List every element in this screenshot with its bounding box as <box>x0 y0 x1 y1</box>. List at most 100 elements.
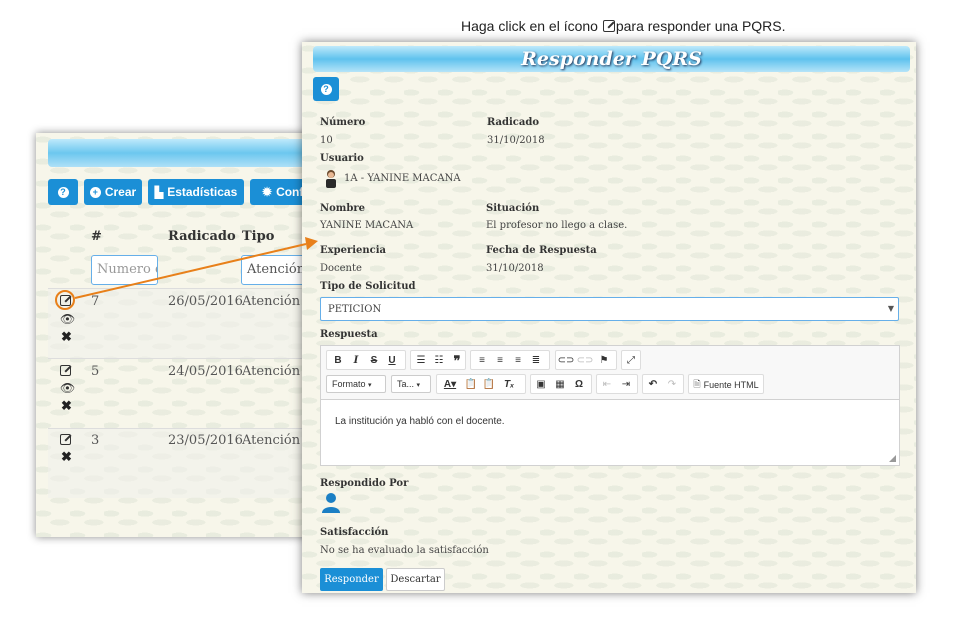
gear-icon: ✹ <box>262 185 273 199</box>
remove-format-icon[interactable]: Tₓ <box>501 376 517 393</box>
delete-icon[interactable]: ✖ <box>61 399 72 412</box>
experiencia-label: Experiencia <box>320 245 387 256</box>
size-dropdown[interactable]: Ta... ▾ <box>391 375 431 393</box>
edit-icon[interactable] <box>60 434 71 445</box>
respondido-label: Respondido Por <box>320 478 409 489</box>
respuesta-label: Respuesta <box>320 329 378 340</box>
help-button[interactable]: ? <box>48 179 78 205</box>
user-icon <box>322 493 340 513</box>
blockquote-icon[interactable]: ❞ <box>449 352 465 369</box>
format-label: Formato <box>332 379 366 389</box>
instruction-caption: Haga click en el ícono para responder un… <box>461 18 786 34</box>
descartar-button[interactable]: Descartar <box>386 568 445 591</box>
delete-icon[interactable]: ✖ <box>61 450 72 463</box>
paste-text-icon[interactable]: 📋 <box>481 376 497 393</box>
unlink-icon[interactable]: ⊂⊃ <box>577 352 594 369</box>
edit-icon[interactable] <box>60 365 71 376</box>
editor-content[interactable]: La institución ya habló con el docente. <box>335 416 505 427</box>
source-html-button[interactable]: 🗎 Fuente HTML <box>691 376 761 393</box>
chevron-down-icon: ▾ <box>368 382 372 389</box>
usuario-label: Usuario <box>320 153 364 164</box>
numero-label: Número <box>320 117 366 128</box>
strikethrough-icon[interactable]: S <box>366 352 382 369</box>
row-number: 7 <box>91 294 100 309</box>
user-avatar <box>326 170 336 188</box>
maximize-icon[interactable]: ⤢ <box>623 352 639 369</box>
tipo-solicitud-value: PETICION <box>328 304 382 315</box>
highlight-circle <box>55 290 75 310</box>
experiencia-value: Docente <box>320 263 362 274</box>
row-number: 5 <box>91 364 100 379</box>
chevron-down-icon: ▼ <box>887 304 894 313</box>
question-icon: ? <box>320 83 332 95</box>
statistics-label: Estadísticas <box>167 185 238 199</box>
resize-handle-icon[interactable] <box>889 455 896 462</box>
redo-icon[interactable]: ↷ <box>664 376 680 393</box>
view-icon[interactable]: 👁 <box>60 313 75 325</box>
indent-icon[interactable]: ⇥ <box>618 376 634 393</box>
column-header-radicado[interactable]: Radicado <box>168 229 236 244</box>
caption-text-after: para responder una PQRS. <box>615 18 786 34</box>
column-header-number[interactable]: # <box>91 229 102 244</box>
file-code-icon: 🗎 <box>693 378 701 389</box>
chevron-down-icon: ▾ <box>416 382 421 389</box>
fecha-respuesta-value: 31/10/2018 <box>486 263 544 274</box>
format-dropdown[interactable]: Formato ▾ <box>326 375 386 393</box>
align-center-icon[interactable]: ≡ <box>492 352 508 369</box>
image-icon[interactable]: ▣ <box>533 376 549 393</box>
special-char-icon[interactable]: Ω <box>571 376 587 393</box>
delete-icon[interactable]: ✖ <box>61 330 72 343</box>
usuario-value: 1A - YANINE MACANA <box>344 173 461 184</box>
edit-icon <box>602 20 615 32</box>
nombre-value: YANINE MACANA <box>320 220 414 231</box>
radicado-label: Radicado <box>487 117 540 128</box>
radicado-value: 31/10/2018 <box>487 135 545 146</box>
row-radicado: 23/05/2016 <box>168 433 243 448</box>
bold-icon[interactable]: B <box>330 352 346 369</box>
align-left-icon[interactable]: ≡ <box>474 352 490 369</box>
help-button[interactable]: ? <box>313 77 339 101</box>
tipo-solicitud-label: Tipo de Solicitud <box>320 281 416 292</box>
bulleted-list-icon[interactable]: ☰ <box>413 352 429 369</box>
link-icon[interactable]: ⊂⊃ <box>558 352 575 369</box>
nombre-label: Nombre <box>320 203 366 214</box>
italic-icon[interactable]: I <box>348 352 364 369</box>
window-title: Responder PQRS <box>313 46 910 72</box>
fecha-respuesta-label: Fecha de Respuesta <box>486 245 597 256</box>
column-header-tipo[interactable]: Tipo <box>242 229 274 244</box>
underline-icon[interactable]: U <box>384 352 400 369</box>
numbered-list-icon[interactable]: ☷ <box>431 352 447 369</box>
situacion-value: El profesor no llego a clase. <box>486 220 628 231</box>
list-header-bar <box>48 139 336 167</box>
table-icon[interactable]: ▦ <box>552 376 568 393</box>
row-radicado: 26/05/2016 <box>168 294 243 309</box>
bar-chart-icon: ▙ <box>154 186 164 199</box>
question-icon: ? <box>57 186 69 198</box>
create-button[interactable]: + Crear <box>84 179 142 205</box>
plus-icon: + <box>89 186 101 198</box>
size-label: Ta... <box>397 379 415 389</box>
number-filter-input[interactable]: Numero d <box>91 255 158 285</box>
responder-button[interactable]: Responder <box>320 568 383 591</box>
view-icon[interactable]: 👁 <box>60 382 75 394</box>
caption-text-before: Haga click en el ícono <box>461 18 598 34</box>
text-color-icon[interactable]: A▾ <box>439 376 461 393</box>
numero-value: 10 <box>320 135 333 146</box>
statistics-button[interactable]: ▙ Estadísticas <box>148 179 244 205</box>
align-justify-icon[interactable]: ≣ <box>528 352 544 369</box>
paste-icon[interactable]: 📋 <box>463 376 479 393</box>
pqrs-list-window: ? + Crear ▙ Estadísticas ✹ Confi # Radic… <box>36 133 336 537</box>
tipo-solicitud-select[interactable]: PETICION ▼ <box>320 297 899 321</box>
situacion-label: Situación <box>486 203 540 214</box>
rich-text-editor[interactable]: B I S U ☰ ☷ ❞ ≡ ≡ ≡ ≣ ⊂⊃ ⊂⊃ ⚑ ⤢ Formato … <box>320 345 900 466</box>
row-number: 3 <box>91 433 100 448</box>
align-right-icon[interactable]: ≡ <box>510 352 526 369</box>
undo-icon[interactable]: ↶ <box>645 376 661 393</box>
respond-pqrs-window: Responder PQRS ? Número 10 Radicado 31/1… <box>302 42 916 593</box>
row-radicado: 24/05/2016 <box>168 364 243 379</box>
satisfaccion-value: No se ha evaluado la satisfacción <box>320 545 489 556</box>
outdent-icon[interactable]: ⇤ <box>599 376 615 393</box>
satisfaccion-label: Satisfacción <box>320 527 389 538</box>
anchor-flag-icon[interactable]: ⚑ <box>596 352 612 369</box>
source-html-label: Fuente HTML <box>703 379 759 390</box>
